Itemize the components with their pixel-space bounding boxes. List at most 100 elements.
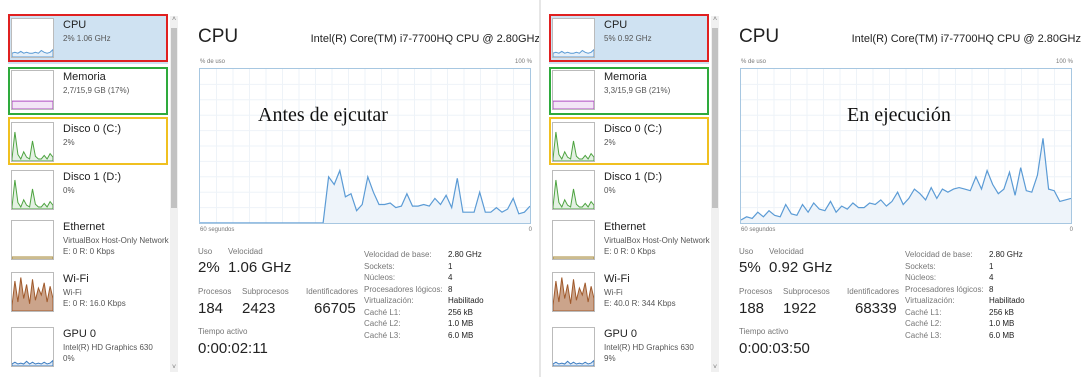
spec-label: Caché L1: [364,307,401,317]
stat-time-label: Tiempo activo [739,327,789,336]
scroll-up-icon[interactable]: ˄ [711,16,719,24]
time-axis-label: 60 segundos [741,227,776,233]
sidebar: CPU 5% 0.92 GHz Memoria 3,3/15,9 GB (21%) Di… [541,0,710,377]
sidebar-item-label: GPU 0 [63,328,97,340]
sidebar-item-detail: 5% 0.92 GHz [604,34,652,43]
cpu-detail-pane: CPU Intel(R) Core(TM) i7-7700HQ CPU @ 2.8… [733,0,1081,377]
memory-thumbnail-icon [11,70,54,110]
scroll-down-icon[interactable]: ˅ [170,364,178,372]
spec-label: Virtualización: [905,296,955,305]
spec-label: Procesadores lógicos: [364,284,443,294]
spec-value: 6.0 MB [448,330,474,340]
stat-sub: 2423 [242,300,276,317]
spec-value: 6.0 MB [989,330,1015,340]
spec-label: Caché L2: [905,319,942,328]
spec-value: 1.0 MB [448,319,474,328]
page-title: CPU [739,26,780,47]
scroll-down-icon[interactable]: ˅ [711,364,719,372]
sidebar-item-disco-1-d[interactable]: Disco 1 (D:) 0% [549,166,709,216]
sidebar-item-disco-0-c[interactable]: Disco 0 (C:) 2% [549,118,709,168]
stat-uso: 5% [739,259,761,276]
sidebar-item-label: Disco 0 (C:) [604,123,663,135]
sidebar-item-wi-fi[interactable]: Wi-Fi Wi-Fi E: 0 R: 16.0 Kbps [8,268,168,318]
sidebar-item-detail-2: E: 0 R: 16.0 Kbps [63,299,126,308]
sidebar-item-detail-2: E: 40.0 R: 344 Kbps [604,299,676,308]
sidebar-item-label: Disco 1 (D:) [63,171,122,183]
spec-value: 2.80 GHz [989,250,1023,259]
spec-value: 256 kB [448,307,473,317]
spec-label: Velocidad de base: [364,250,432,259]
stat-ids: 68339 [855,300,897,317]
stat-vel: 0.92 GHz [769,259,833,276]
disk-thumbnail-icon [552,122,595,162]
sidebar-item-detail: VirtualBox Host-Only Network [604,236,710,245]
sidebar-item-cpu[interactable]: CPU 5% 0.92 GHz [549,14,709,64]
scroll-up-icon[interactable]: ˄ [170,16,178,24]
sidebar-item-wi-fi[interactable]: Wi-Fi Wi-Fi E: 40.0 R: 344 Kbps [549,268,709,318]
processor-name: Intel(R) Core(TM) i7-7700HQ CPU @ 2.80GH… [851,33,1081,45]
stat-sub-label: Subprocesos [783,287,830,296]
sidebar-item-label: CPU [63,19,87,31]
sidebar-scrollbar[interactable]: ˄ ˅ [170,16,178,372]
disk-thumbnail-icon [552,170,595,210]
sidebar-item-detail: 2% [63,138,75,147]
stat-proc: 184 [198,300,224,317]
disk-thumbnail-icon [11,122,54,162]
scrollbar-thumb[interactable] [171,28,177,208]
cpu-detail-pane: CPU Intel(R) Core(TM) i7-7700HQ CPU @ 2.8… [192,0,540,377]
spec-value: 1 [989,261,994,271]
spec-label: Caché L3: [364,330,401,340]
stat-vel-label: Velocidad [228,247,263,256]
sidebar-item-detail-2: E: 0 R: 0 Kbps [63,247,115,256]
gpu-thumbnail-icon [552,327,595,367]
sidebar-item-detail: 0% [604,186,616,195]
stat-proc-label: Procesos [739,287,773,296]
stat-uso: 2% [198,259,220,276]
scrollbar-thumb[interactable] [712,28,718,208]
stat-ids-label: Identificadores [847,287,900,296]
sidebar-item-disco-0-c[interactable]: Disco 0 (C:) 2% [8,118,168,168]
stat-uso-label: Uso [739,247,754,256]
stat-vel: 1.06 GHz [228,259,292,276]
sidebar-item-label: Disco 0 (C:) [63,123,122,135]
usage-axis-label: % de uso [200,59,226,65]
sidebar-item-memoria[interactable]: Memoria 3,3/15,9 GB (21%) [549,66,709,116]
sidebar-item-label: Memoria [63,71,106,83]
max-axis-label: 100 % [1055,59,1073,65]
sidebar-item-detail: 0% [63,186,75,195]
sidebar-item-cpu[interactable]: CPU 2% 1.06 GHz [8,14,168,64]
sidebar-item-gpu-0[interactable]: GPU 0 Intel(R) HD Graphics 630 9% [549,323,709,373]
sidebar-item-label: GPU 0 [604,328,638,340]
spec-label: Virtualización: [364,296,414,305]
wifi-thumbnail-icon [552,272,595,312]
stat-vel-label: Velocidad [769,247,804,256]
sidebar-item-memoria[interactable]: Memoria 2,7/15,9 GB (17%) [8,66,168,116]
spec-value: 4 [448,273,453,282]
stat-proc-label: Procesos [198,287,232,296]
spec-value: 1 [448,261,453,271]
sidebar-item-detail: 2,7/15,9 GB (17%) [63,86,130,95]
spec-value: 4 [989,273,994,282]
spec-label: Procesadores lógicos: [905,284,984,294]
sidebar-item-gpu-0[interactable]: GPU 0 Intel(R) HD Graphics 630 0% [8,323,168,373]
max-axis-label: 100 % [514,59,532,65]
processor-name: Intel(R) Core(TM) i7-7700HQ CPU @ 2.80GH… [310,33,540,45]
ethernet-thumbnail-icon [552,220,595,260]
stat-time: 0:00:02:11 [198,340,268,357]
sidebar-item-ethernet[interactable]: Ethernet VirtualBox Host-Only Network E: 0… [8,216,169,266]
sidebar-item-detail: 3,3/15,9 GB (21%) [604,86,671,95]
spec-value: 8 [448,284,453,294]
sidebar-item-ethernet[interactable]: Ethernet VirtualBox Host-Only Network E: 0… [549,216,710,266]
spec-label: Caché L3: [905,330,942,340]
stat-time-label: Tiempo activo [198,327,248,336]
spec-label: Núcleos: [364,273,396,282]
stat-proc: 188 [739,300,765,317]
sidebar-item-detail-2: 0% [63,354,75,363]
memory-thumbnail-icon [552,70,595,110]
spec-label: Caché L1: [905,307,942,317]
cpu-thumbnail-icon [552,18,595,58]
sidebar-item-disco-1-d[interactable]: Disco 1 (D:) 0% [8,166,168,216]
spec-label: Caché L2: [364,319,401,328]
sidebar-item-label: Wi-Fi [604,273,630,285]
sidebar-scrollbar[interactable]: ˄ ˅ [711,16,719,372]
